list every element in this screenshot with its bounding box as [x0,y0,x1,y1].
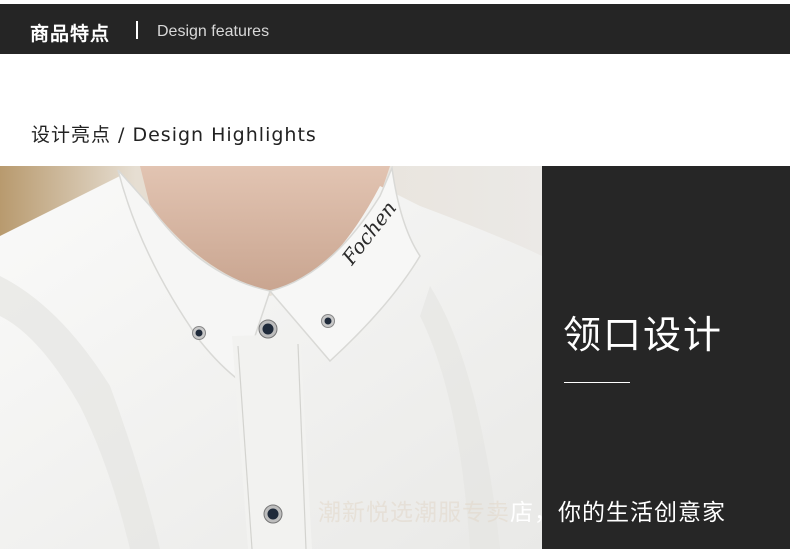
shirt-collar-illustration: Fochen [0,166,542,549]
feature-panel: 领口设计 [542,166,790,549]
collar-button-left [192,326,206,340]
header-title-cn: 商品特点 [30,23,111,45]
header-title-en: Design features [157,23,270,40]
collar-photo: Fochen [0,166,542,549]
shirt-button-bottom [263,504,283,524]
watermark-faded-text: 潮新悦选潮服专卖 [318,500,510,526]
section-subtitle: 设计亮点 / Design Highlights [31,124,317,146]
shirt-button-top [258,319,278,339]
watermark-solid-text: 店，你的生活创意家 [510,500,726,526]
collar-button-right [321,314,335,328]
header-bar: 商品特点 Design features [0,4,790,54]
panel-divider [564,382,630,383]
panel-title: 领口设计 [563,313,724,357]
header-separator [136,21,138,39]
watermark: 潮新悦选潮服专卖店，你的生活创意家 [318,493,726,527]
